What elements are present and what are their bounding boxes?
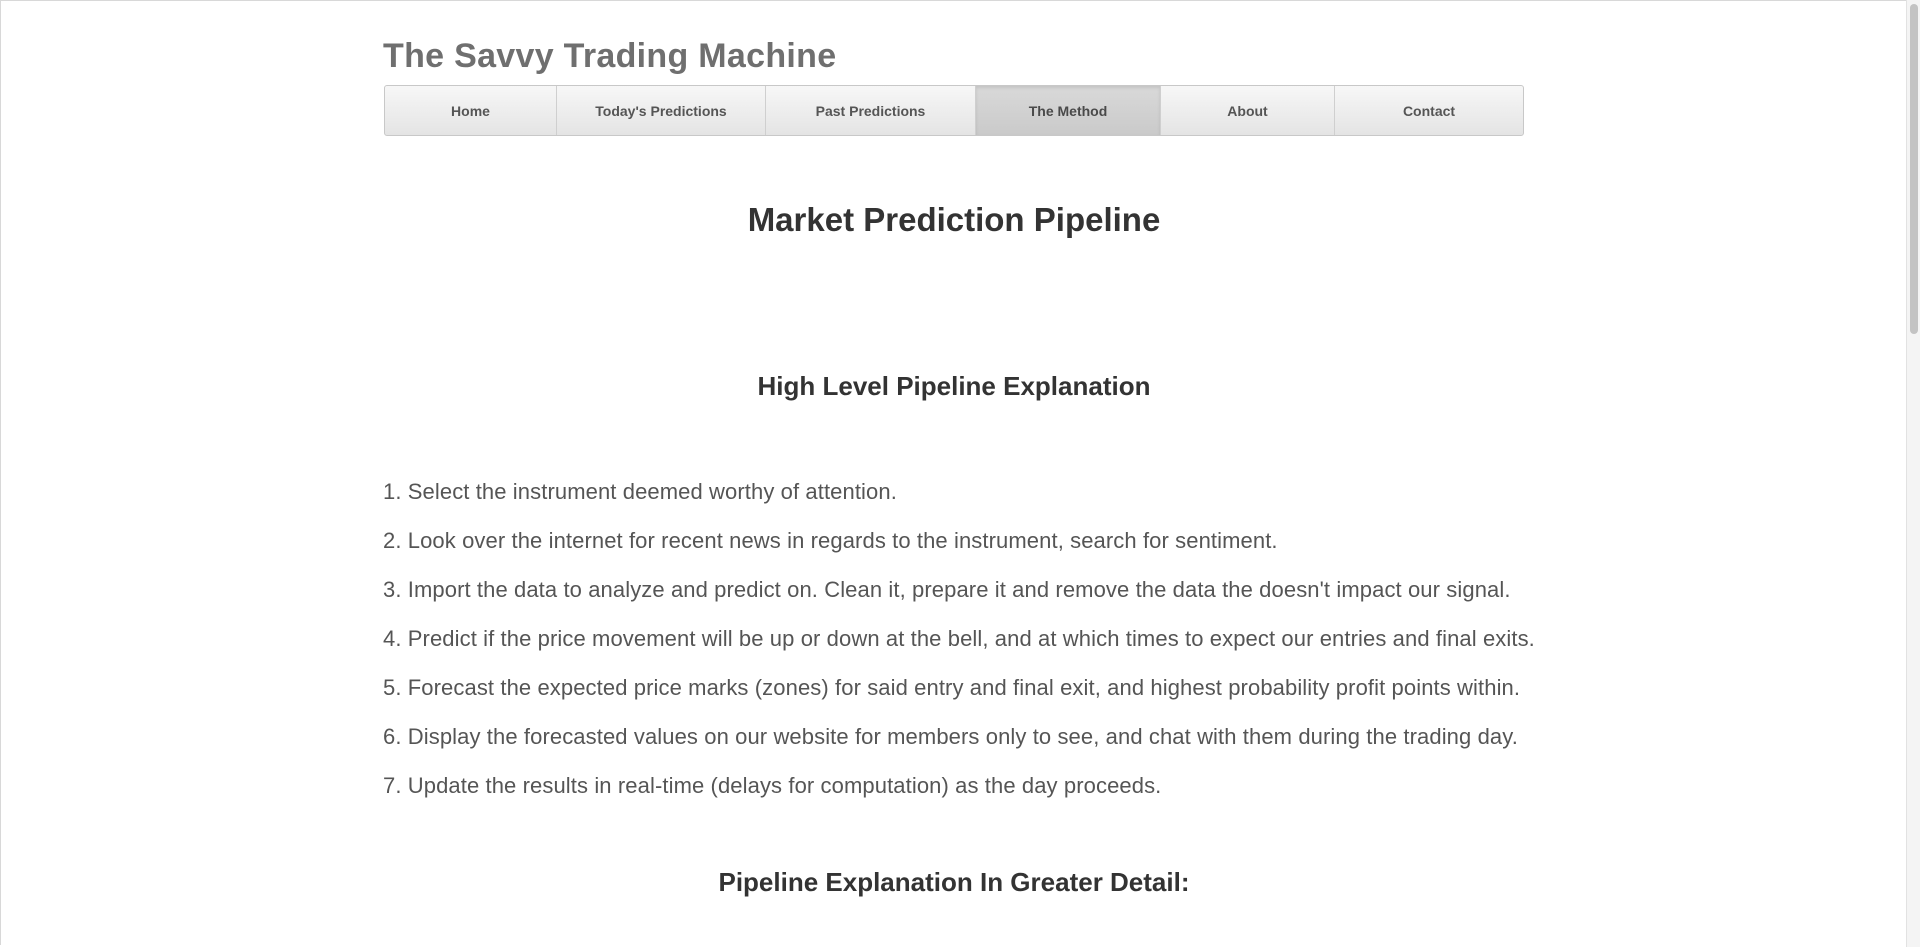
nav-item-home[interactable]: Home: [385, 86, 557, 135]
vertical-scrollbar[interactable]: [1906, 0, 1920, 947]
pipeline-step: 2. Look over the internet for recent new…: [383, 528, 1278, 553]
pipeline-step: 1. Select the instrument deemed worthy o…: [383, 479, 897, 504]
pipeline-step: 3. Import the data to analyze and predic…: [383, 577, 1511, 602]
scrollbar-thumb[interactable]: [1910, 4, 1918, 334]
detail-heading: Pipeline Explanation In Greater Detail:: [718, 867, 1190, 897]
overview-heading: High Level Pipeline Explanation: [757, 371, 1151, 401]
browser-viewport: The Savvy Trading Machine Home Today's P…: [0, 0, 1908, 945]
main-navigation: Home Today's Predictions Past Prediction…: [384, 85, 1524, 136]
pipeline-step: 7. Update the results in real-time (dela…: [383, 773, 1162, 798]
pipeline-step: 4. Predict if the price movement will be…: [383, 626, 1535, 651]
page-title: Market Prediction Pipeline: [747, 201, 1161, 238]
pipeline-step: 6. Display the forecasted values on our …: [383, 724, 1518, 749]
nav-item-the-method[interactable]: The Method: [976, 86, 1161, 135]
nav-item-todays-predictions[interactable]: Today's Predictions: [557, 86, 766, 135]
site-title[interactable]: The Savvy Trading Machine: [383, 37, 836, 76]
pipeline-step: 5. Forecast the expected price marks (zo…: [383, 675, 1521, 700]
nav-item-past-predictions[interactable]: Past Predictions: [766, 86, 976, 135]
pipeline-steps-list: 1. Select the instrument deemed worthy o…: [383, 477, 1535, 820]
nav-item-about[interactable]: About: [1161, 86, 1335, 135]
nav-item-contact[interactable]: Contact: [1335, 86, 1523, 135]
